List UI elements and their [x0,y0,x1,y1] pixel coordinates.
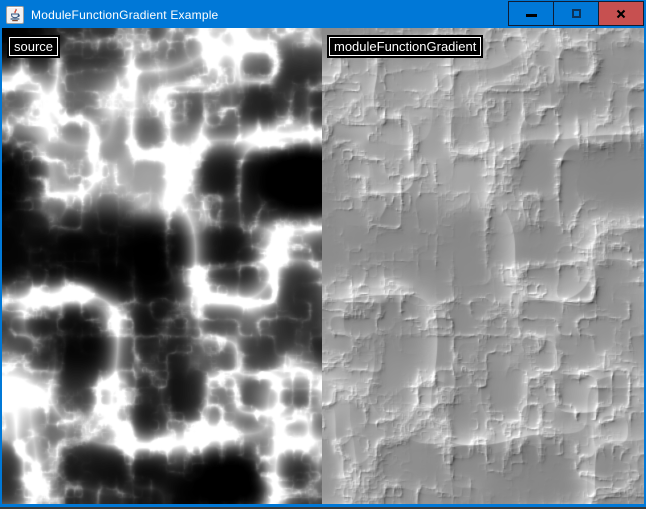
app-window: ModuleFunctionGradient Example source [0,0,646,509]
gradient-image [322,28,644,504]
source-label: source [9,37,58,56]
minimize-button[interactable] [508,1,554,26]
source-panel: source [2,28,322,504]
maximize-icon [572,9,581,18]
content-area: source moduleFunctionGradient [2,28,644,504]
source-image [2,28,322,504]
source-label-box: source [7,35,60,58]
gradient-panel: moduleFunctionGradient [322,28,644,504]
maximize-button[interactable] [553,1,599,26]
gradient-label: moduleFunctionGradient [329,37,481,56]
close-button[interactable] [598,1,644,26]
window-menu-button[interactable] [6,6,24,24]
window-title: ModuleFunctionGradient Example [31,2,509,28]
minimize-icon [526,14,537,17]
window-controls [509,1,644,26]
java-cup-icon [8,8,22,22]
close-icon [616,9,626,19]
gradient-label-box: moduleFunctionGradient [327,35,483,58]
title-bar[interactable]: ModuleFunctionGradient Example [2,2,644,28]
